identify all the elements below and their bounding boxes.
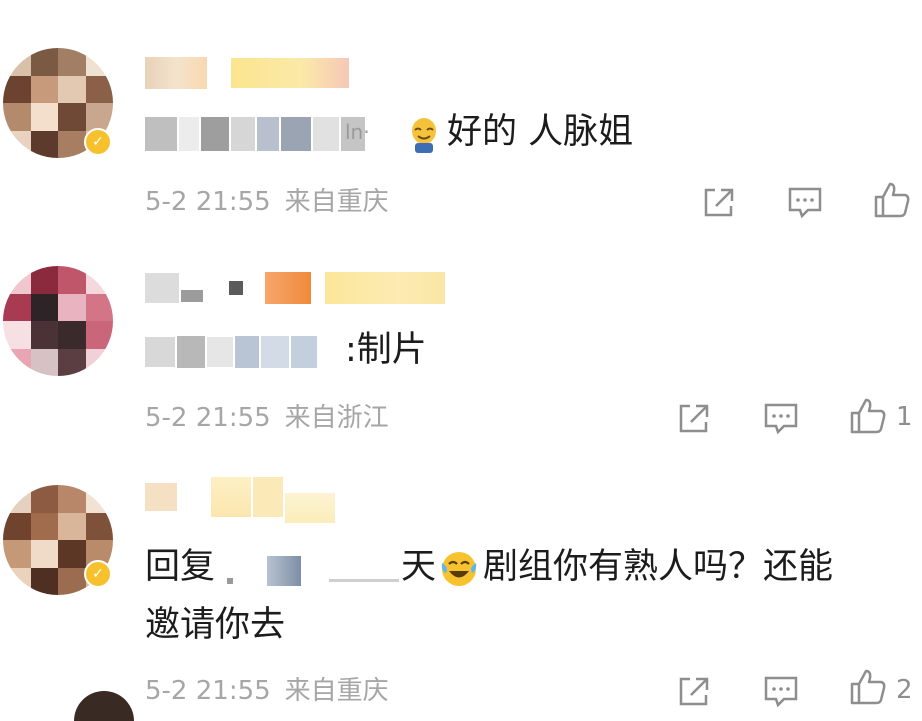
like-count: 1	[896, 402, 913, 432]
comment-text-line: :制片	[145, 326, 705, 376]
comment-location: 来自重庆	[284, 676, 389, 706]
thumbs-up-icon	[850, 398, 886, 434]
comment-location: 来自重庆	[284, 187, 389, 217]
comment-icon	[764, 676, 798, 708]
comment-item: ✓ 回复 天 剧组你有熟人吗？还能 邀请你去 5-2 21:55 来自重庆 2	[0, 455, 922, 721]
comment-time: 5-2 21:55	[145, 187, 271, 217]
comment-location: 来自浙江	[284, 403, 389, 433]
thumbs-up-icon	[874, 182, 910, 218]
share-icon	[704, 188, 734, 217]
like-button[interactable]	[872, 180, 912, 220]
comment-text-partial: ln·	[345, 120, 370, 144]
comment-meta: 5-2 21:55 来自重庆	[145, 675, 389, 707]
comment-text: :制片	[345, 330, 427, 370]
comment-icon	[764, 403, 798, 435]
verified-badge-icon: ✓	[84, 560, 112, 588]
username-redacted[interactable]	[145, 268, 445, 308]
comment-item: ✓ ln· 好的 人脉姐 5-2 21:55 来自重庆	[0, 0, 922, 230]
thumbs-up-icon	[850, 669, 886, 705]
comment-item: :制片 5-2 21:55 来自浙江 1	[0, 230, 922, 455]
share-icon	[679, 677, 709, 706]
share-button[interactable]	[676, 674, 712, 708]
like-count: 2	[896, 675, 913, 705]
comment-text-line-2: 邀请你去	[145, 605, 286, 645]
comment-text-line: 回复 天 剧组你有熟人吗？还能	[145, 543, 905, 593]
verified-badge-icon: ✓	[84, 128, 112, 156]
comment-meta: 5-2 21:55 来自浙江	[145, 402, 389, 434]
sweat-smile-emoji-icon	[407, 116, 441, 154]
comment-text: 剧组你有熟人吗？还能	[483, 547, 834, 587]
comment-text-line: ln· 好的 人脉姐	[145, 108, 705, 158]
like-button[interactable]	[848, 396, 888, 436]
share-button[interactable]	[676, 401, 712, 435]
like-button[interactable]	[848, 667, 888, 707]
laughing-tears-emoji-icon	[439, 549, 479, 589]
avatar[interactable]	[3, 266, 113, 376]
comment-button[interactable]	[786, 185, 824, 219]
comment-text: 好的 人脉姐	[447, 112, 634, 152]
comment-meta: 5-2 21:55 来自重庆	[145, 186, 389, 218]
share-button[interactable]	[701, 185, 737, 219]
avatar[interactable]	[74, 691, 134, 721]
comment-icon	[788, 187, 822, 219]
comment-button[interactable]	[762, 674, 800, 708]
username-redacted[interactable]	[145, 55, 349, 91]
comment-time: 5-2 21:55	[145, 676, 271, 706]
comment-button[interactable]	[762, 401, 800, 435]
username-redacted[interactable]	[145, 467, 335, 527]
share-icon	[679, 404, 709, 433]
reply-prefix: 回复	[145, 547, 216, 587]
comment-text-part: 天	[401, 547, 437, 587]
comment-time: 5-2 21:55	[145, 403, 271, 433]
